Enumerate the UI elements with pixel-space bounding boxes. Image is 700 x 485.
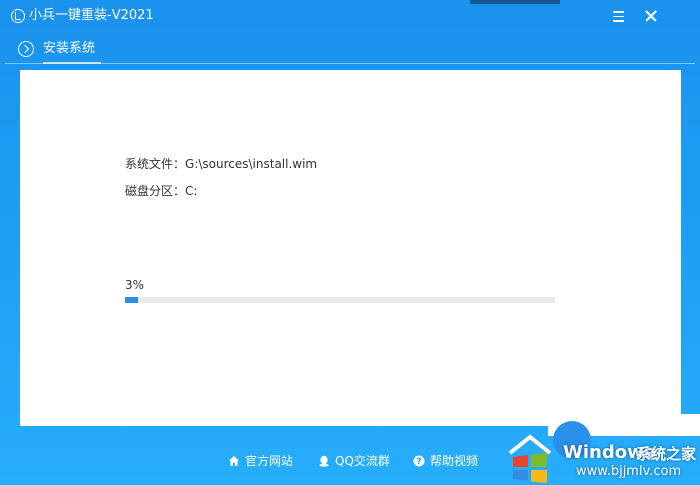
progress-bar-fill	[125, 297, 138, 303]
system-file-row: 系统文件：G:\sources\install.wim	[125, 156, 317, 172]
official-website-label: 官方网站	[245, 454, 294, 468]
system-file-label: 系统文件：	[125, 157, 186, 171]
title-bar-strip	[470, 0, 560, 4]
help-video-label: 帮助视频	[430, 454, 479, 468]
install-panel: 系统文件：G:\sources\install.wim 磁盘分区：C: 3%	[20, 70, 681, 426]
system-file-value: G:\sources\install.wim	[185, 157, 318, 171]
close-button[interactable]	[640, 6, 662, 26]
chevron-right-circle-icon	[18, 41, 34, 57]
windows-logo-icon	[508, 434, 552, 483]
home-icon	[229, 456, 239, 466]
progress-bar	[125, 297, 555, 303]
qq-group-label: QQ交流群	[335, 454, 390, 468]
disk-partition-value: C:	[185, 184, 198, 198]
progress-percent: 3%	[125, 278, 145, 292]
title-bar: 小兵一键重装-V2021	[0, 0, 700, 34]
app-title: 小兵一键重装-V2021	[29, 8, 154, 23]
watermark: Windows 系统之家 www.bjjmlv.com	[493, 410, 700, 485]
tab-label: 安装系统	[43, 41, 96, 56]
menu-icon-bar	[613, 20, 624, 22]
tab-divider	[5, 63, 695, 64]
watermark-url: www.bjjmlv.com	[576, 464, 682, 479]
disk-partition-row: 磁盘分区：C:	[125, 183, 197, 199]
app-logo-icon	[11, 9, 25, 23]
menu-icon-bar	[613, 11, 624, 13]
menu-icon-bar	[613, 15, 624, 18]
help-icon: ?	[413, 455, 425, 467]
tab-bar: 安装系统	[0, 34, 700, 64]
qq-icon	[319, 455, 329, 467]
menu-button[interactable]	[607, 6, 629, 26]
svg-text:?: ?	[416, 457, 421, 467]
disk-partition-label: 磁盘分区：	[125, 184, 186, 198]
watermark-brand-cn: 系统之家	[636, 445, 697, 463]
